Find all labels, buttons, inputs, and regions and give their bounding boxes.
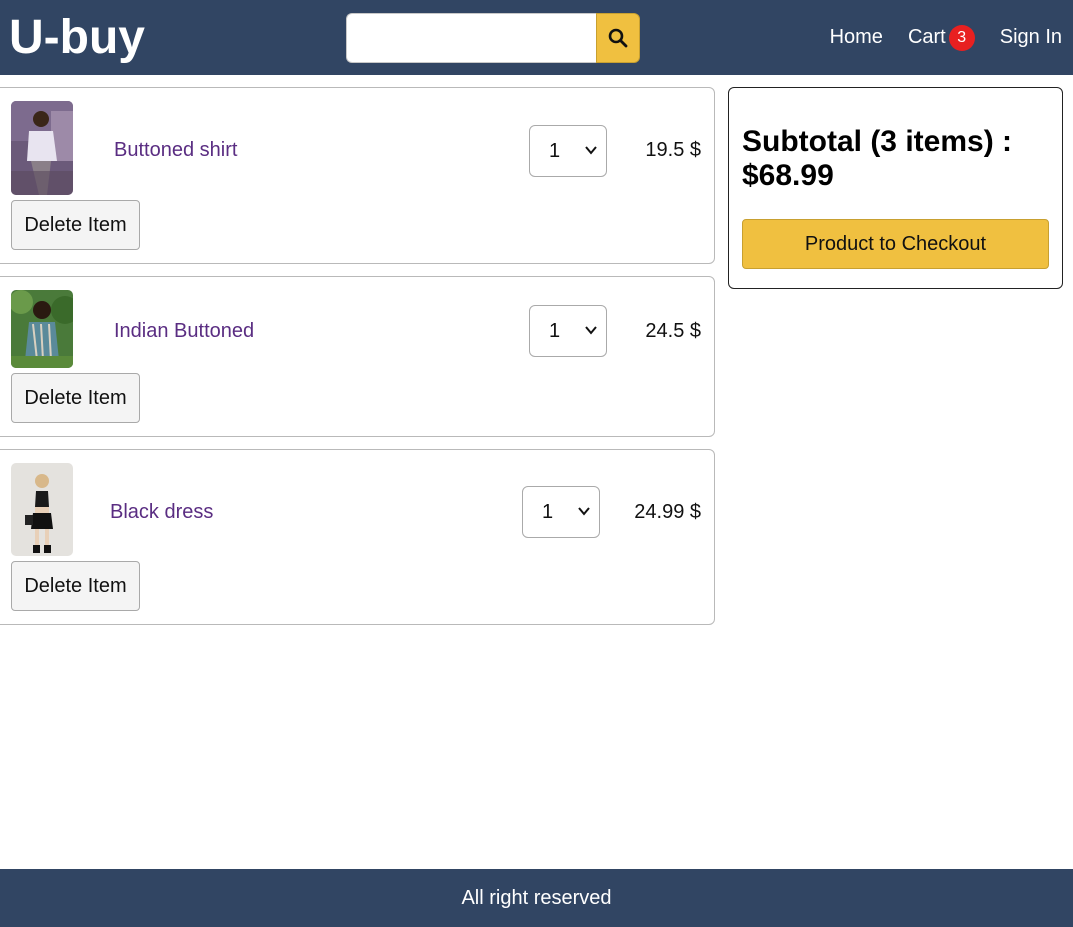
checkout-button[interactable]: Product to Checkout <box>742 219 1049 269</box>
search-input[interactable] <box>346 13 596 63</box>
main-nav: Home Cart 3 Sign In <box>805 0 1062 75</box>
subtotal-text: Subtotal (3 items) : $68.99 <box>742 125 1042 193</box>
subtotal-label: Subtotal (3 items) : <box>742 125 1013 158</box>
footer-text: All right reserved <box>461 886 612 909</box>
product-price: 24.99 $ <box>634 501 701 523</box>
quantity-select[interactable]: 1 <box>529 305 607 357</box>
product-image-indian-buttoned[interactable] <box>11 290 73 368</box>
quantity-value: 1 <box>549 139 561 162</box>
product-price: 24.5 $ <box>645 320 701 342</box>
cart-item: Black dress 1 24.99 $ Delete Item <box>0 449 715 625</box>
cart-item: Indian Buttoned 1 24.5 $ Delete Item <box>0 276 715 437</box>
search-button[interactable] <box>596 13 640 63</box>
quantity-select[interactable]: 1 <box>529 125 607 177</box>
search-icon <box>608 28 628 48</box>
subtotal-value: $68.99 <box>742 159 834 192</box>
product-image-black-dress[interactable] <box>11 463 73 556</box>
product-name-link[interactable]: Indian Buttoned <box>114 320 254 343</box>
order-summary-panel: Subtotal (3 items) : $68.99 Product to C… <box>728 87 1063 289</box>
product-name-link[interactable]: Buttoned shirt <box>114 139 237 162</box>
cart-items-list: Buttoned shirt 1 19.5 $ Delete Item Indi… <box>0 87 715 637</box>
product-name-link[interactable]: Black dress <box>110 501 213 524</box>
chevron-down-icon <box>578 507 590 516</box>
chevron-down-icon <box>585 146 597 155</box>
top-navbar: U-buy Home Cart 3 Sign In <box>0 0 1073 75</box>
brand-logo-link[interactable]: U-buy <box>9 8 145 68</box>
product-image-buttoned-shirt[interactable] <box>11 101 73 195</box>
delete-item-button[interactable]: Delete Item <box>11 373 140 423</box>
product-price: 19.5 $ <box>645 139 701 161</box>
search-form <box>346 13 640 63</box>
nav-cart-link[interactable]: Cart 3 <box>907 24 975 51</box>
nav-cart-label: Cart <box>907 26 946 48</box>
quantity-value: 1 <box>542 500 554 523</box>
nav-signin-link[interactable]: Sign In <box>1000 26 1062 49</box>
chevron-down-icon <box>585 326 597 335</box>
cart-count-badge: 3 <box>948 24 975 51</box>
quantity-select[interactable]: 1 <box>522 486 600 538</box>
quantity-value: 1 <box>549 319 561 342</box>
cart-item: Buttoned shirt 1 19.5 $ Delete Item <box>0 87 715 264</box>
delete-item-button[interactable]: Delete Item <box>11 200 140 250</box>
nav-home-link[interactable]: Home <box>830 26 883 49</box>
page-footer: All right reserved <box>0 869 1073 927</box>
delete-item-button[interactable]: Delete Item <box>11 561 140 611</box>
